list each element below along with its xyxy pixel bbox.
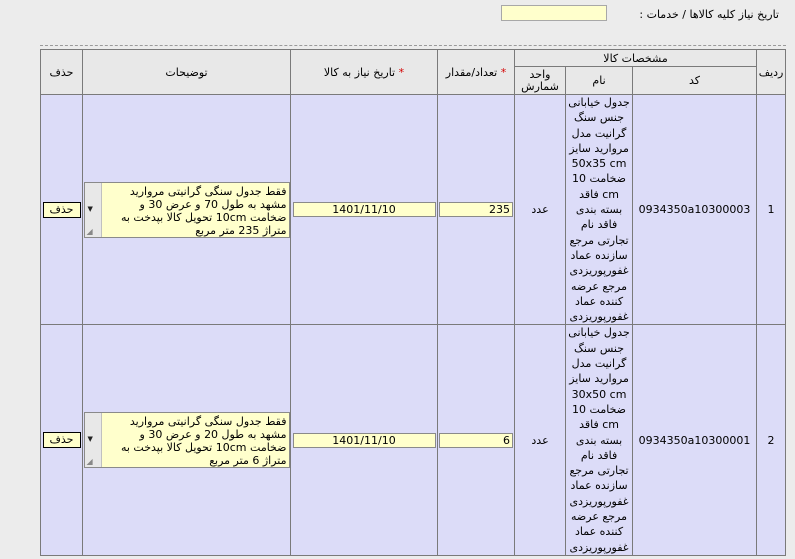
resize-grip-icon[interactable]: ◢: [87, 227, 93, 236]
desc-text: فقط جدول سنگی گرانیتی مروارید مشهد به طو…: [120, 184, 287, 237]
delete-button[interactable]: حذف: [42, 432, 81, 449]
header-qty: * تعداد/مقدار: [437, 49, 515, 95]
need-date-field[interactable]: 1401/11/10: [292, 202, 436, 218]
header-name: نام: [565, 66, 634, 95]
need-date-cell: 1401/11/10: [290, 93, 438, 326]
required-mark: *: [500, 65, 507, 79]
header-delete: حذف: [40, 49, 83, 95]
items-table: ردیف مشخصات کالا * تعداد/مقدار * تاریخ ن…: [40, 49, 787, 556]
item-code: 0934350a10300003: [632, 93, 758, 326]
item-unit: عدد: [513, 324, 567, 556]
header-need-date: * تاریخ نیاز به کالا: [290, 49, 438, 95]
desc-text: فقط جدول سنگی گرانیتی مروارید مشهد به طو…: [120, 415, 287, 468]
delete-cell: حذف: [40, 324, 83, 556]
delete-cell: حذف: [40, 93, 83, 326]
qty-cell: 6: [437, 324, 515, 556]
item-name: جدول خیابانی جنس سنگ گرانیت مدل مروارید …: [565, 93, 634, 326]
desc-textarea[interactable]: فقط جدول سنگی گرانیتی مروارید مشهد به طو…: [83, 412, 290, 469]
header-bar: تاریخ نیاز کلیه کالاها / خدمات :: [0, 0, 795, 40]
desc-textarea[interactable]: فقط جدول سنگی گرانیتی مروارید مشهد به طو…: [83, 181, 290, 238]
header-code: کد: [632, 66, 758, 95]
header-spec-group: مشخصات کالا: [513, 49, 758, 67]
item-name: جدول خیابانی جنس سنگ گرانیت مدل مروارید …: [565, 324, 634, 556]
item-code: 0934350a10300001: [632, 324, 758, 556]
desc-cell: فقط جدول سنگی گرانیتی مروارید مشهد به طو…: [82, 93, 291, 326]
need-date-cell: 1401/11/10: [290, 324, 438, 556]
required-mark: *: [398, 65, 405, 79]
need-date-field[interactable]: 1401/11/10: [292, 432, 436, 448]
need-date-input[interactable]: [501, 5, 607, 21]
scroll-down-icon[interactable]: ▼: [88, 205, 93, 213]
header-row-index: ردیف: [756, 49, 787, 95]
scrollbar[interactable]: ▼ ◢: [84, 182, 102, 237]
item-unit: عدد: [513, 93, 567, 326]
qty-input[interactable]: 235: [439, 202, 513, 218]
table-row: 1 0934350a10300003 جدول خیابانی جنس سنگ …: [40, 93, 787, 326]
header-desc: توضیحات: [82, 49, 291, 95]
row-index: 1: [756, 93, 787, 326]
table-row: 2 0934350a10300001 جدول خیابانی جنس سنگ …: [40, 324, 787, 556]
qty-cell: 235: [437, 93, 515, 326]
desc-cell: فقط جدول سنگی گرانیتی مروارید مشهد به طو…: [82, 324, 291, 556]
row-index: 2: [756, 324, 787, 556]
items-grid: ردیف مشخصات کالا * تعداد/مقدار * تاریخ ن…: [40, 45, 787, 556]
resize-grip-icon[interactable]: ◢: [87, 458, 93, 466]
header-unit: واحد شمارش: [513, 66, 567, 95]
delete-button[interactable]: حذف: [42, 201, 81, 218]
scrollbar[interactable]: ▼ ◢: [84, 413, 102, 468]
qty-input[interactable]: 6: [439, 432, 513, 448]
scroll-down-icon[interactable]: ▼: [88, 435, 93, 443]
need-date-label: تاریخ نیاز کلیه کالاها / خدمات :: [639, 8, 779, 21]
